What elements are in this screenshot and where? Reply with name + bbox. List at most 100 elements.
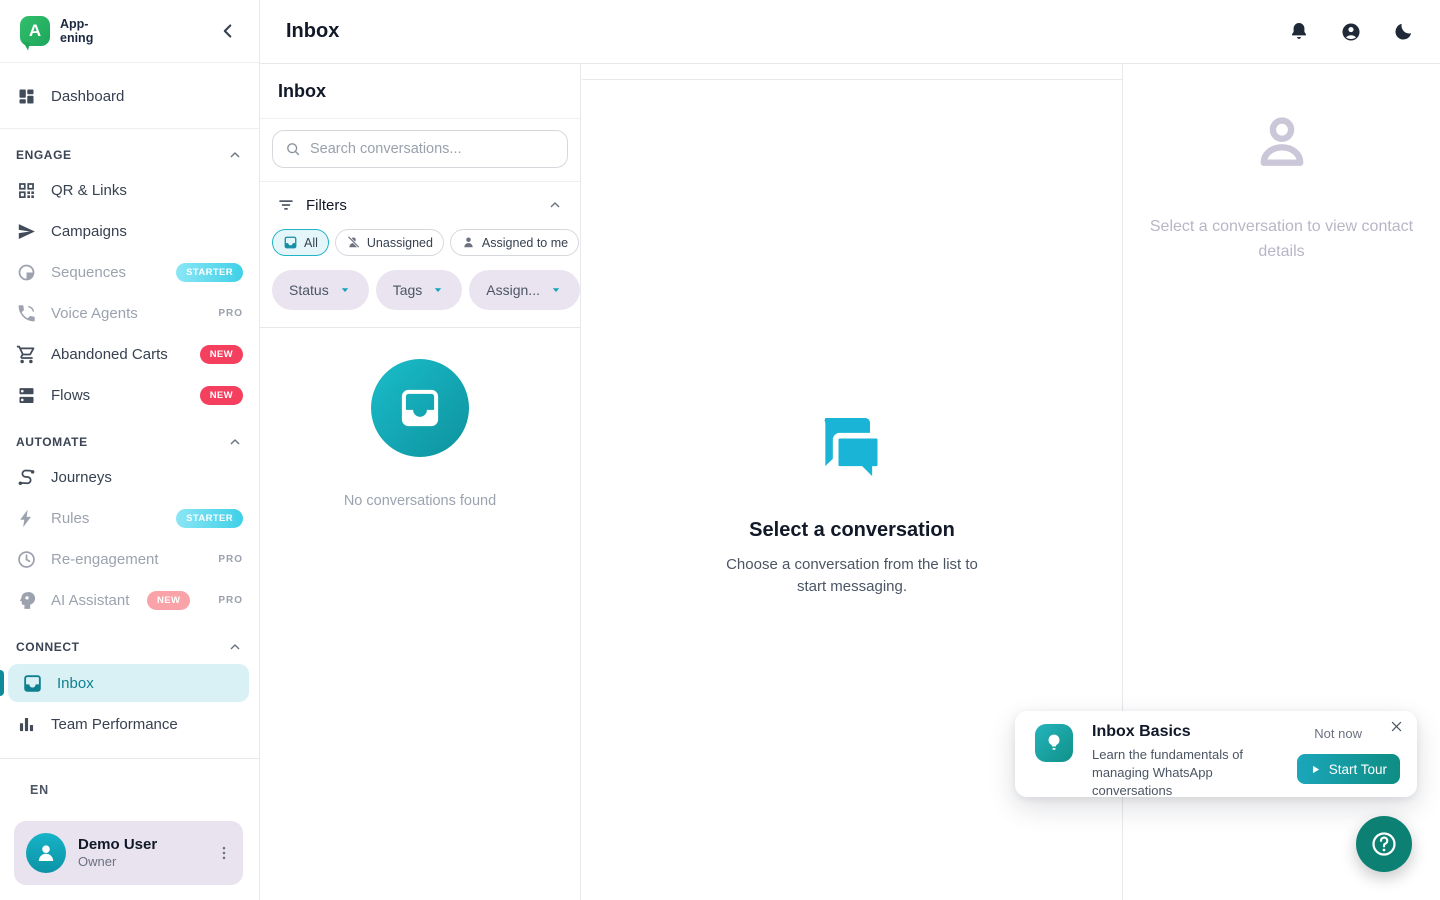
badge-starter: STARTER [176,263,243,282]
cart-icon [16,344,37,365]
chevron-up-icon [227,639,243,655]
chevron-up-icon [227,434,243,450]
sidebar-nav: Dashboard ENGAGE QR & Links Campaigns Sequen… [0,63,259,758]
tour-card: Inbox Basics Learn the fundamentals of m… [1015,711,1417,797]
clock-icon [16,549,37,570]
filters-title: Filters [306,197,347,214]
search-input[interactable] [310,141,555,157]
inbox-empty-icon [371,359,469,457]
sidebar-item-label: Sequences [51,264,126,281]
chat-empty-state: Select a conversation Choose a conversat… [582,408,1122,598]
filter-icon [277,196,295,214]
caret-down-icon [431,283,445,297]
sidebar-item-label: Re-engagement [51,551,159,568]
sidebar-item-label: Flows [51,387,90,404]
sidebar-item-qr-links[interactable]: QR & Links [0,170,259,211]
brand-name: App- ening [60,17,93,46]
divider [0,128,259,129]
dashboard-icon [16,86,37,107]
tag-pro: PRO [218,308,243,319]
section-header-connect[interactable]: CONNECT [0,632,259,662]
sidebar-item-re-engagement[interactable]: Re-engagement PRO [0,539,259,580]
user-name: Demo User [78,835,157,855]
sidebar-item-label: Journeys [51,469,112,486]
sidebar-item-abandoned-carts[interactable]: Abandoned Carts NEW [0,334,259,375]
section-header-automate[interactable]: AUTOMATE [0,427,259,457]
chevron-up-icon [227,147,243,163]
sidebar-item-label: Voice Agents [51,305,138,322]
sidebar-footer: EN Demo User Owner [0,758,259,900]
sidebar-item-ai-assistant[interactable]: AI Assistant NEW PRO [0,580,259,621]
sidebar-item-team-performance[interactable]: Team Performance [0,704,259,745]
tour-card-title: Inbox Basics [1092,723,1191,741]
sidebar-item-journeys[interactable]: Journeys [0,457,259,498]
tag-pro: PRO [218,554,243,565]
tour-card-description: Learn the fundamentals of managing Whats… [1092,746,1270,801]
user-role: Owner [78,854,157,871]
filter-chip-all[interactable]: All [272,229,329,256]
app-logo: A [20,16,50,46]
close-icon[interactable] [1389,719,1404,734]
bolt-icon [16,508,37,529]
top-header: Inbox [260,0,1440,64]
no-conversations-message: No conversations found [260,493,580,509]
sidebar-item-rules[interactable]: RulesSTARTER [0,498,259,539]
tag-pro: PRO [218,595,243,606]
conversation-list-panel: Inbox Filters AllUnassignedAssigned to m… [260,64,581,900]
filter-chip-assigned-to-me[interactable]: Assigned to me [450,229,579,256]
filters-collapse-icon[interactable] [547,197,563,213]
contact-person-icon [1250,111,1314,175]
language-selector[interactable]: EN [0,759,259,797]
caret-down-icon [338,283,352,297]
user-card[interactable]: Demo User Owner [14,821,243,885]
dark-mode-moon-icon[interactable] [1392,21,1414,43]
filter-dropdown-assign[interactable]: Assign... [469,270,580,310]
filter-dropdown-status[interactable]: Status [272,270,369,310]
send-icon [16,221,37,242]
question-mark-icon [1370,830,1398,858]
sidebar-item-inbox[interactable]: Inbox [8,664,249,702]
sidebar-item-flows[interactable]: Flows NEW [0,375,259,416]
logo-row: A App- ening [0,0,259,63]
sidebar-item-label: Campaigns [51,223,127,240]
badge-new: NEW [147,591,190,610]
search-icon [285,141,301,157]
filter-chip-unassigned[interactable]: Unassigned [335,229,444,256]
notifications-bell-icon[interactable] [1288,21,1310,43]
chat-bubbles-icon [812,408,892,488]
contact-empty-message: Select a conversation to view contact de… [1136,215,1428,265]
play-icon [1310,764,1321,775]
badge-new: NEW [200,386,243,405]
sidebar-item-label: AI Assistant [51,592,129,609]
sidebar-item-sequences[interactable]: Sequences STARTER [0,252,259,293]
logo-letter: A [29,21,41,41]
badge-starter: STARTER [176,509,243,528]
sidebar-item-campaigns[interactable]: Campaigns [0,211,259,252]
filter-dropdown-tags[interactable]: Tags [376,270,463,310]
sidebar-item-dashboard[interactable]: Dashboard [0,73,259,119]
sidebar-item-voice-agents[interactable]: Voice Agents PRO [0,293,259,334]
sidebar-item-label: Inbox [57,675,94,692]
sidebar-item-activity-heatmap[interactable]: Activity Heatmap [0,745,259,758]
person-off-icon [346,235,361,250]
sidebar-item-label: QR & Links [51,182,127,199]
sidebar: A App- ening Dashboard ENGAGE QR & Links Ca… [0,0,260,900]
inbox-icon [22,673,43,694]
caret-down-icon [549,283,563,297]
collapse-sidebar-icon[interactable] [217,20,239,42]
section-header-engage[interactable]: ENGAGE [0,140,259,170]
start-tour-button[interactable]: Start Tour [1297,754,1400,784]
account-icon[interactable] [1340,21,1362,43]
search-box [272,130,568,168]
not-now-button[interactable]: Not now [1314,726,1362,741]
qr-icon [16,180,37,201]
conversations-title: Inbox [260,64,580,119]
journeys-icon [16,467,37,488]
lightbulb-icon [1035,724,1073,762]
page-title: Inbox [286,20,339,43]
sidebar-item-label: Abandoned Carts [51,346,168,363]
user-menu-icon[interactable] [215,844,233,862]
badge-new: NEW [200,345,243,364]
help-button[interactable] [1356,816,1412,872]
filters-section: Filters AllUnassignedAssigned to me Stat… [260,182,580,328]
